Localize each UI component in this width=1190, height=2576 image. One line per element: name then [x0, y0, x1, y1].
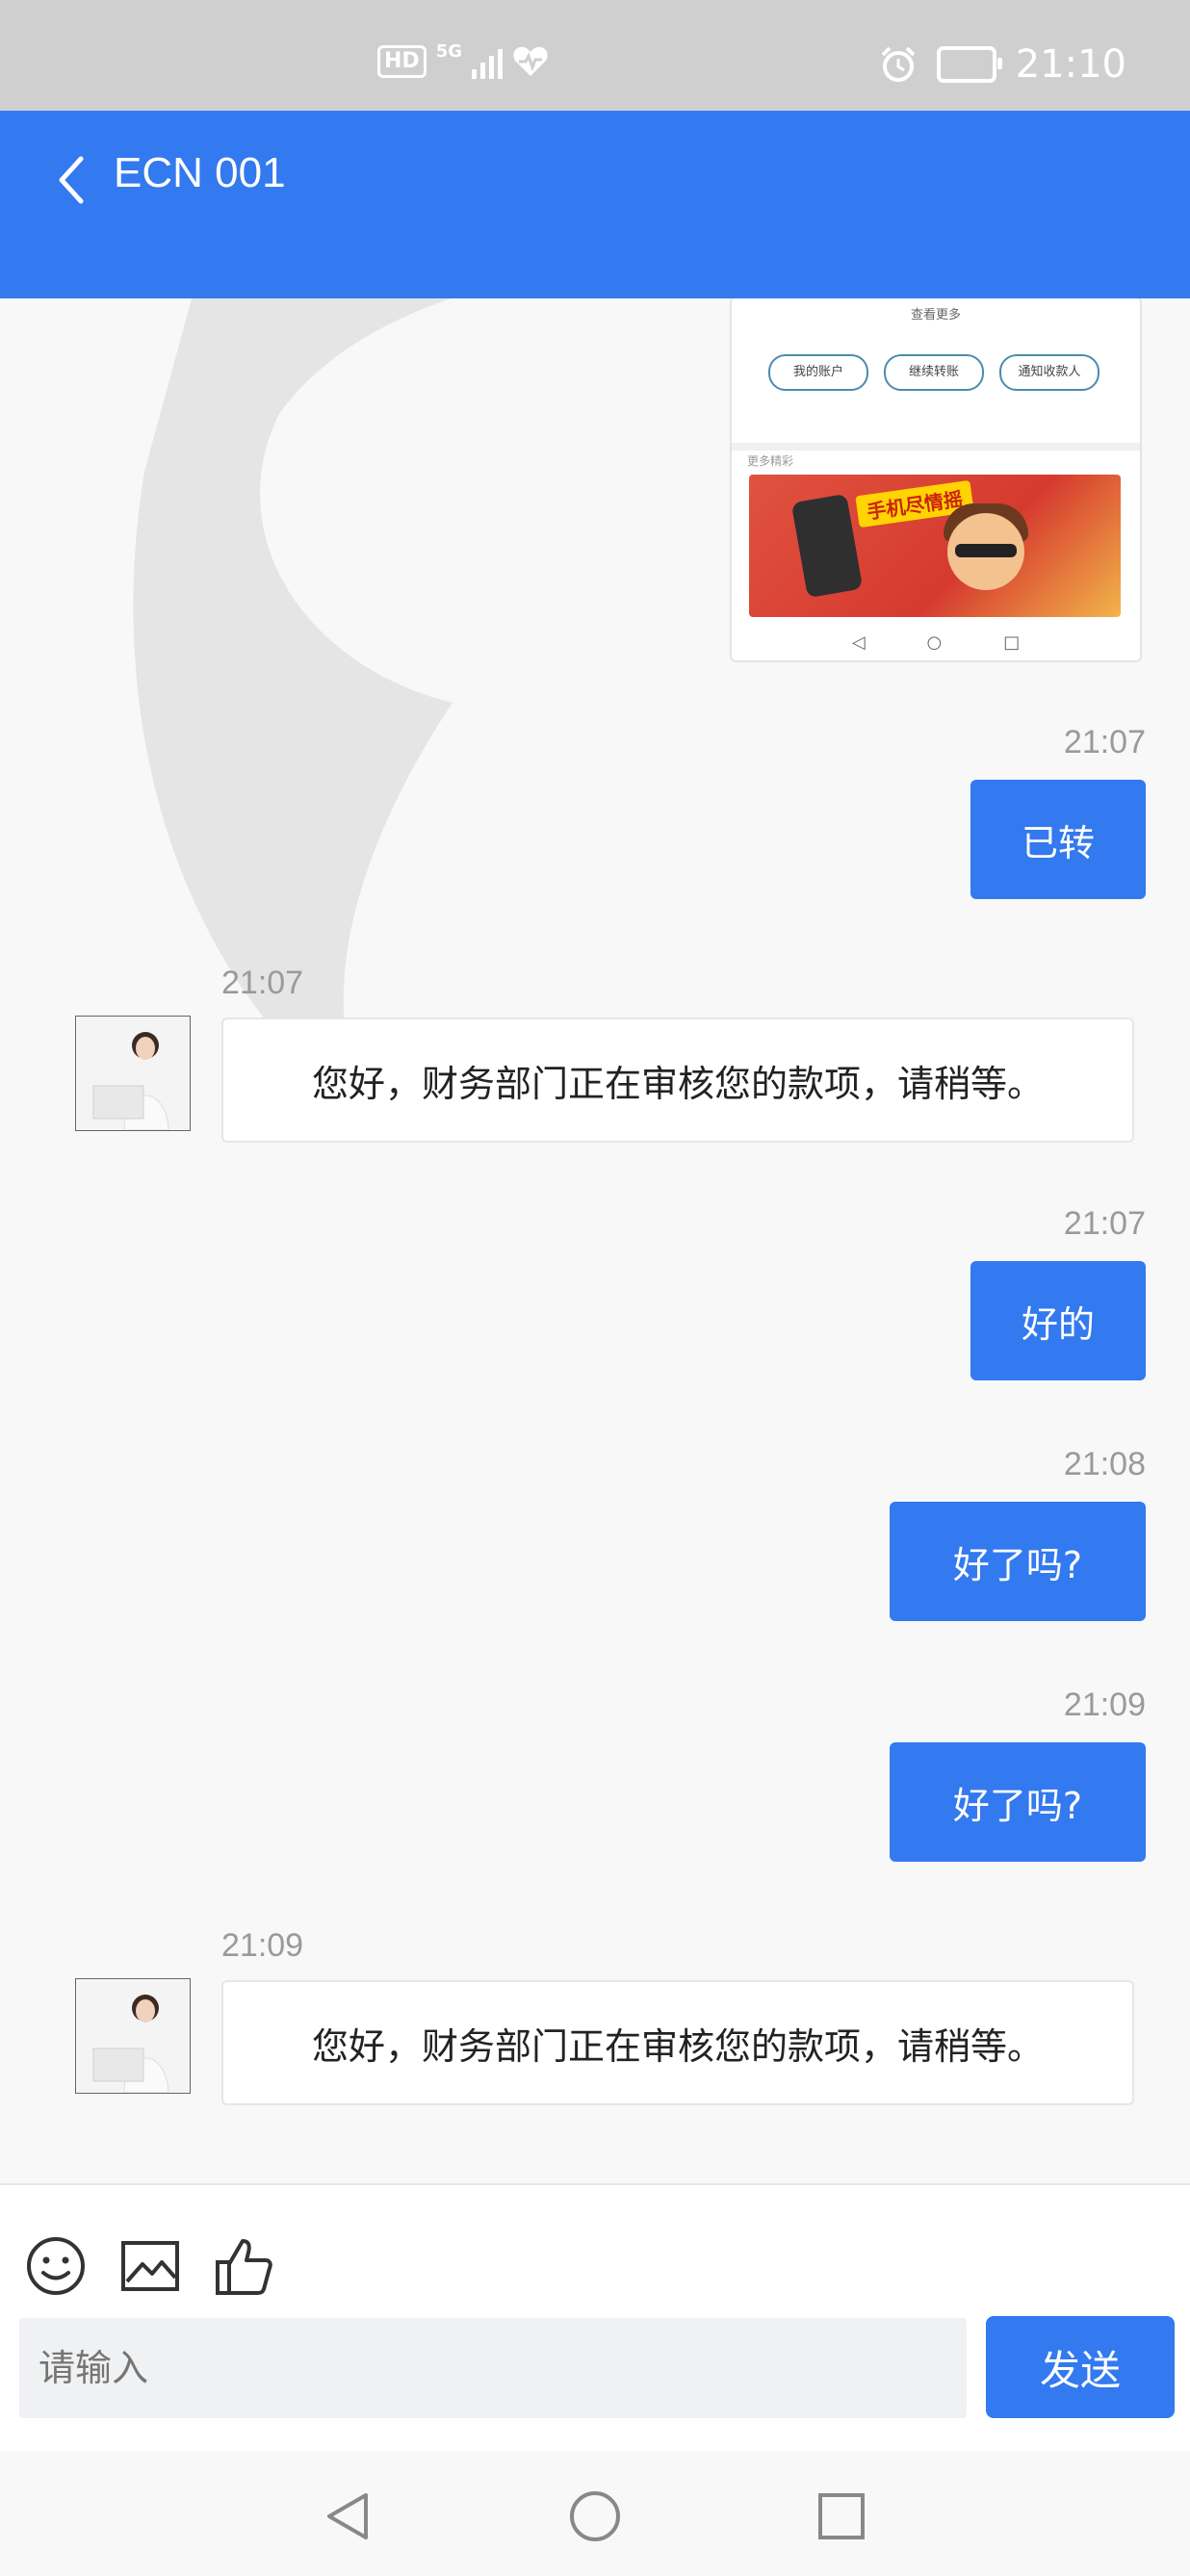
- screenshot-message[interactable]: 查看更多 我的账户 继续转账 通知收款人 更多精彩 手机尽情摇 ◁ ○ □: [730, 298, 1142, 662]
- thumbs-up-icon[interactable]: [214, 2235, 275, 2297]
- chevron-left-icon[interactable]: [52, 151, 91, 209]
- view-more-label: 查看更多: [910, 308, 961, 322]
- home-circle-icon[interactable]: [568, 2489, 622, 2543]
- agent-avatar-image: [76, 1979, 190, 2093]
- recents-square-icon: □: [1003, 632, 1021, 653]
- continue-transfer-button: 继续转账: [884, 354, 984, 391]
- emoji-icon[interactable]: [25, 2235, 87, 2297]
- message-time: 21:07: [1063, 724, 1146, 760]
- status-right: 21:10: [879, 42, 1126, 87]
- cartoon-glasses: [955, 544, 1017, 557]
- avatar[interactable]: [75, 1016, 191, 1131]
- signal-icon: [472, 44, 503, 79]
- network-indicator: 5G: [435, 41, 462, 62]
- hd-indicator: HD: [377, 45, 427, 78]
- system-navbar: [0, 2451, 1190, 2576]
- outgoing-message[interactable]: 好了吗?: [890, 1742, 1146, 1862]
- message-input[interactable]: [19, 2318, 967, 2418]
- avatar[interactable]: [75, 1978, 191, 2094]
- divider: [732, 443, 1140, 451]
- chat-header: ECN 001: [0, 111, 1190, 298]
- image-icon[interactable]: [119, 2235, 181, 2297]
- status-time: 21:10: [1015, 42, 1126, 87]
- recents-square-icon[interactable]: [815, 2489, 868, 2543]
- status-left: HD 5G: [377, 41, 549, 79]
- message-list[interactable]: 查看更多 我的账户 继续转账 通知收款人 更多精彩 手机尽情摇 ◁ ○ □ 21…: [0, 298, 1190, 2183]
- agent-avatar-image: [76, 1017, 190, 1130]
- status-bar: HD 5G 21:10: [0, 0, 1190, 111]
- outgoing-message[interactable]: 已转: [970, 780, 1146, 899]
- phone-graphic: [790, 493, 864, 599]
- outgoing-message[interactable]: 好的: [970, 1261, 1146, 1380]
- message-time: 21:08: [1063, 1446, 1146, 1482]
- send-button[interactable]: 发送: [986, 2316, 1175, 2418]
- screenshot-buttons: 我的账户 继续转账 通知收款人: [768, 354, 1099, 391]
- back-triangle-icon: ◁: [851, 632, 866, 653]
- message-time: 21:07: [1063, 1205, 1146, 1242]
- heart-icon: [513, 46, 548, 76]
- alarm-icon: [881, 46, 916, 82]
- outgoing-message[interactable]: 好了吗?: [890, 1502, 1146, 1621]
- composer-bar: 发送: [0, 2183, 1190, 2453]
- battery-icon: [936, 46, 1002, 83]
- promo-banner: 手机尽情摇: [749, 475, 1121, 617]
- incoming-message[interactable]: 您好，财务部门正在审核您的款项，请稍等。: [221, 1018, 1134, 1143]
- section-label: 更多精彩: [747, 454, 794, 468]
- message-time: 21:09: [221, 1927, 304, 1964]
- my-account-button: 我的账户: [768, 354, 868, 391]
- screenshot-navbar: ◁ ○ □: [732, 632, 1140, 653]
- incoming-message[interactable]: 您好，财务部门正在审核您的款项，请稍等。: [221, 1980, 1134, 2105]
- notify-payee-button: 通知收款人: [999, 354, 1099, 391]
- home-circle-icon: ○: [926, 632, 943, 653]
- back-triangle-icon[interactable]: [320, 2489, 374, 2543]
- message-time: 21:09: [1063, 1687, 1146, 1723]
- message-time: 21:07: [221, 965, 304, 1001]
- chat-title: ECN 001: [114, 149, 286, 196]
